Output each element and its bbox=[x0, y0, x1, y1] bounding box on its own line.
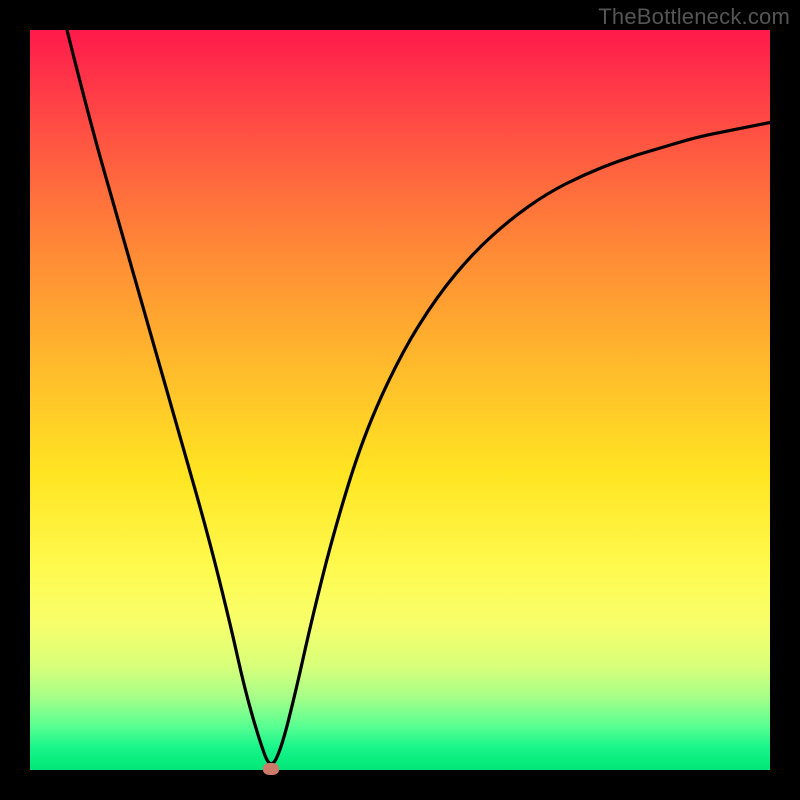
bottleneck-curve bbox=[67, 30, 770, 764]
optimum-marker bbox=[263, 763, 279, 775]
watermark-text: TheBottleneck.com bbox=[598, 4, 790, 30]
chart-frame: TheBottleneck.com bbox=[0, 0, 800, 800]
plot-area bbox=[30, 30, 770, 770]
curve-svg bbox=[30, 30, 770, 770]
